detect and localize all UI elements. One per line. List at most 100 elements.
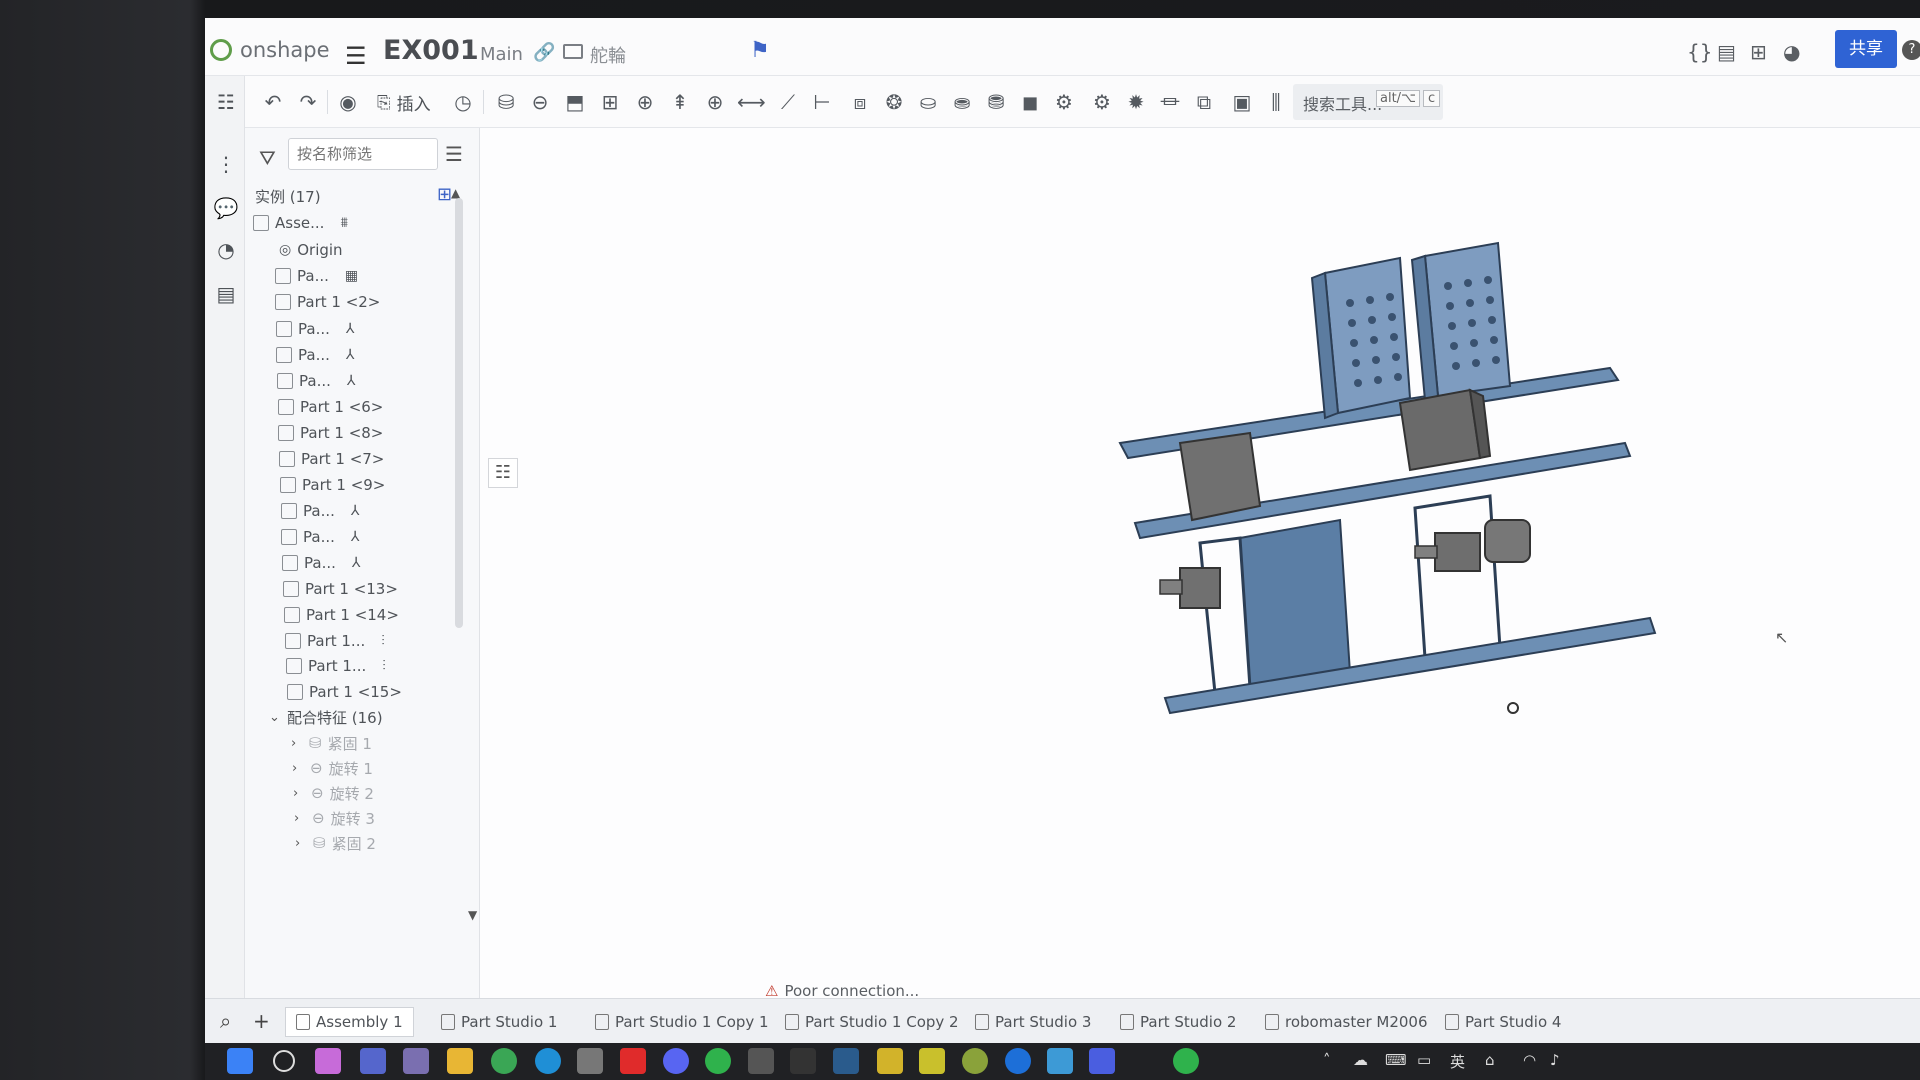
screw-relation-icon[interactable]: ⛃ xyxy=(983,89,1009,115)
tree-item[interactable]: Pa... ⅄ xyxy=(276,317,354,341)
tab-part-studio-1[interactable]: Part Studio 1 xyxy=(441,1007,557,1037)
create-folder-icon[interactable]: ⊞ xyxy=(437,184,452,205)
tree-item[interactable]: Pa... ⅄ xyxy=(282,551,360,575)
tree-item[interactable]: Part 1 <9> xyxy=(280,473,385,497)
ime-mode-icon[interactable]: ⌂ xyxy=(1485,1051,1495,1069)
tree-item[interactable]: Pa... ▦ xyxy=(275,264,358,288)
tree-item[interactable]: Part 1... ⫶ xyxy=(286,654,386,678)
mates-header[interactable]: ⌄ 配合特征 (16) xyxy=(269,705,383,729)
tab-part-studio-1-copy-1[interactable]: Part Studio 1 Copy 1 xyxy=(595,1007,769,1037)
instances-icon[interactable]: ⋮ xyxy=(213,152,239,178)
tab-search-icon[interactable]: ⌕ xyxy=(220,1009,231,1033)
education-icon[interactable]: ⚑ xyxy=(750,38,770,63)
filter-by-name-input[interactable] xyxy=(288,138,438,170)
tree-item[interactable]: Part 1 <7> xyxy=(279,447,384,471)
tab-part-studio-4[interactable]: Part Studio 4 xyxy=(1445,1007,1561,1037)
onedrive-icon[interactable]: ☁ xyxy=(1353,1051,1368,1069)
planar-mate-icon[interactable]: ⊞ xyxy=(597,89,623,115)
rack-pinion-icon[interactable]: ⛂ xyxy=(949,89,975,115)
versions-icon[interactable]: ◔ xyxy=(213,238,239,264)
mate-item[interactable]: › ⊖ 旋转 2 xyxy=(293,781,374,805)
search-icon[interactable] xyxy=(273,1050,295,1072)
simulation-icon[interactable]: ⫼ xyxy=(1263,89,1289,115)
tree-item[interactable]: Part 1 <2> xyxy=(275,290,380,314)
mate-connector-icon[interactable]: ❂ xyxy=(881,89,907,115)
file-explorer-icon[interactable] xyxy=(447,1048,473,1074)
mate-item[interactable]: › ⊖ 旋转 3 xyxy=(294,806,375,830)
chevron-up-icon[interactable]: ˄ xyxy=(1323,1051,1331,1069)
xbox-icon[interactable] xyxy=(1173,1048,1199,1074)
onshape-app-icon[interactable] xyxy=(577,1048,603,1074)
typora-icon[interactable] xyxy=(790,1048,816,1074)
graphics-area[interactable]: ☷ ↖ ⚠ Poor connection... xyxy=(480,128,1920,1000)
code-icon[interactable]: {} xyxy=(1687,40,1712,64)
parallel-mate-icon[interactable]: ⟷ xyxy=(737,89,766,115)
mate-item[interactable]: › ⛁ 紧固 2 xyxy=(295,831,376,855)
pin-slot-mate-icon[interactable]: ⇞ xyxy=(667,89,693,115)
tree-item[interactable]: Part 1... ⫶ xyxy=(285,629,385,653)
tree-item[interactable]: Pa... ⅄ xyxy=(277,369,355,393)
app-icon[interactable] xyxy=(1005,1048,1031,1074)
scroll-down-icon[interactable]: ▼ xyxy=(468,908,477,922)
tab-robomaster-m2006[interactable]: robomaster M2006 xyxy=(1265,1007,1428,1037)
media-player-icon[interactable] xyxy=(360,1048,386,1074)
tab-part-studio-1-copy-2[interactable]: Part Studio 1 Copy 2 xyxy=(785,1007,959,1037)
measure-icon[interactable]: ⏛ xyxy=(1157,89,1183,115)
tab-part-studio-2[interactable]: Part Studio 2 xyxy=(1120,1007,1236,1037)
filter-icon[interactable]: ⛛ xyxy=(259,146,276,170)
replicate-icon[interactable]: ⚙ xyxy=(1051,89,1077,115)
tab-assembly-1[interactable]: Assembly 1 xyxy=(285,1007,414,1037)
app-icon[interactable] xyxy=(1089,1048,1115,1074)
app-icon[interactable] xyxy=(962,1048,988,1074)
discord-icon[interactable] xyxy=(663,1048,689,1074)
tree-item[interactable]: Pa... ⅄ xyxy=(281,525,359,549)
display-icon[interactable]: ▭ xyxy=(1417,1051,1431,1069)
app-icon[interactable] xyxy=(1047,1048,1073,1074)
mate-item[interactable]: › ⛁ 紧固 1 xyxy=(291,731,372,755)
tab-part-studio-3[interactable]: Part Studio 3 xyxy=(975,1007,1091,1037)
fastened-mate-icon[interactable]: ⛁ xyxy=(493,89,519,115)
wifi-icon[interactable]: ◠ xyxy=(1523,1051,1536,1069)
cylindrical-mate-icon[interactable]: ⊕ xyxy=(632,89,658,115)
section-view-icon[interactable]: ⧉ xyxy=(1191,89,1217,115)
explode-icon[interactable]: ✹ xyxy=(1123,89,1149,115)
width-mate-icon[interactable]: ⊢ xyxy=(809,89,835,115)
tree-item-origin[interactable]: ◎ Origin xyxy=(279,238,343,262)
mate-item[interactable]: › ⊖ 旋转 1 xyxy=(292,756,373,780)
menu-icon[interactable]: ☰ xyxy=(345,42,367,70)
tree-item-assembly[interactable]: Asse... ⩩ xyxy=(253,211,348,235)
assembly-model[interactable] xyxy=(480,128,1920,998)
learning-center-icon[interactable]: ◕ xyxy=(1783,40,1800,64)
link-icon[interactable]: 🔗 xyxy=(533,42,555,63)
keyboard-icon[interactable]: ⌨ xyxy=(1385,1051,1407,1069)
branch-label[interactable]: Main xyxy=(480,44,523,65)
transform-icon[interactable]: ◉ xyxy=(335,89,361,115)
redo-icon[interactable]: ↷ xyxy=(295,89,321,115)
revolute-mate-icon[interactable]: ⊖ xyxy=(527,89,553,115)
help-icon[interactable]: ? xyxy=(1902,40,1920,60)
tree-item[interactable]: Part 1 <13> xyxy=(283,577,398,601)
wechat-icon[interactable] xyxy=(705,1048,731,1074)
tree-item[interactable]: Part 1 <8> xyxy=(278,421,383,445)
gear-relation-icon[interactable]: ⛀ xyxy=(915,89,941,115)
tree-item[interactable]: Pa... ⅄ xyxy=(276,343,354,367)
app-icon[interactable] xyxy=(919,1048,945,1074)
tree-item[interactable]: Part 1 <6> xyxy=(278,395,383,419)
tree-item[interactable]: Part 1 <14> xyxy=(284,603,399,627)
onshape-logo[interactable]: onshape xyxy=(210,38,330,62)
edge-icon[interactable] xyxy=(535,1048,561,1074)
tree-item[interactable]: Part 1 <15> xyxy=(287,680,402,704)
ball-mate-icon[interactable]: ⊕ xyxy=(702,89,728,115)
history-icon[interactable]: ◷ xyxy=(450,89,476,115)
windows-start-icon[interactable] xyxy=(227,1048,253,1074)
group-icon[interactable]: ⧈ xyxy=(847,89,873,115)
share-button[interactable]: 共享 xyxy=(1835,30,1897,68)
search-tools-button[interactable]: 搜索工具... xyxy=(1293,84,1443,120)
feature-list-icon[interactable]: ☷ xyxy=(213,90,239,116)
volume-icon[interactable]: ♪ xyxy=(1550,1051,1560,1069)
copilot-icon[interactable] xyxy=(315,1048,341,1074)
app-store-icon[interactable]: ⊞ xyxy=(1750,40,1767,64)
linear-relation-icon[interactable]: ◼ xyxy=(1017,89,1043,115)
folder-name[interactable]: 舵輪 xyxy=(590,42,626,68)
tangent-mate-icon[interactable]: ⟋ xyxy=(775,89,801,115)
